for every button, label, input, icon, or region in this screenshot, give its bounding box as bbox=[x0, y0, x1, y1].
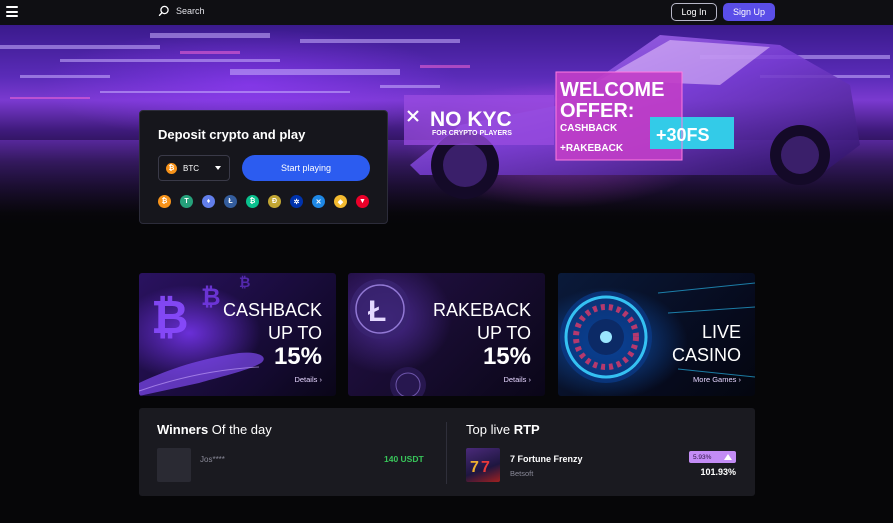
no-kyc-text: NO KYC bbox=[430, 108, 512, 131]
live-casino-promo-tile[interactable]: LIVE CASINO More Games › bbox=[558, 273, 755, 396]
coin-list: ₿ T ♦ Ł ₿ Ð ✲ ✕ ◆ ▼ bbox=[158, 195, 369, 208]
chevron-right-icon: › bbox=[738, 375, 742, 384]
coin-select[interactable]: ₿ BTC bbox=[158, 155, 230, 181]
svg-text:Ł: Ł bbox=[368, 295, 386, 328]
more-games-label: More Games bbox=[693, 375, 737, 384]
rakeback-percent: 15% bbox=[482, 343, 531, 370]
hamburger-menu-icon[interactable] bbox=[6, 6, 18, 17]
bnb-icon[interactable]: ◆ bbox=[334, 195, 347, 208]
cashback-promo-tile[interactable]: ₿ ₿ ₿ CASHBACK UP TO 15% Details › bbox=[139, 273, 336, 396]
winners-title-bold: Winners bbox=[157, 422, 209, 437]
cashback-details-label: Details bbox=[294, 375, 318, 384]
start-playing-button[interactable]: Start playing bbox=[242, 155, 370, 181]
chevron-right-icon: › bbox=[528, 375, 532, 384]
top-bar: Search Log In Sign Up bbox=[0, 0, 893, 25]
litecoin-icon[interactable]: Ł bbox=[224, 195, 237, 208]
rakeback-title: RAKEBACK bbox=[432, 300, 531, 320]
rakeback-upto: UP TO bbox=[476, 323, 531, 343]
free-spins-text: +30FS bbox=[656, 125, 710, 145]
rakeback-promo-tile[interactable]: Ł RAKEBACK UP TO 15% Details › bbox=[348, 273, 545, 396]
svg-text:₿: ₿ bbox=[201, 284, 221, 311]
rakeback-details-link[interactable]: Details › bbox=[503, 375, 531, 384]
welcome-line2: OFFER: bbox=[560, 100, 634, 122]
bitcoin-cash-icon[interactable]: ₿ bbox=[246, 195, 259, 208]
rtp-change-value: 5.93% bbox=[693, 453, 712, 461]
signup-button[interactable]: Sign Up bbox=[723, 3, 775, 21]
winner-name: Jos**** bbox=[200, 455, 225, 464]
cashback-upto: UP TO bbox=[267, 323, 322, 343]
stats-panel: Winners Of the day Jos**** 140 USDT Top … bbox=[139, 408, 755, 496]
ethereum-icon[interactable]: ♦ bbox=[202, 195, 215, 208]
ripple-icon[interactable]: ✕ bbox=[312, 195, 325, 208]
tether-icon[interactable]: T bbox=[180, 195, 193, 208]
welcome-cashback: CASHBACK bbox=[560, 123, 618, 134]
more-games-link[interactable]: More Games › bbox=[693, 375, 741, 384]
cashback-title: CASHBACK bbox=[222, 300, 322, 320]
search-button[interactable]: Search bbox=[158, 5, 205, 17]
deposit-card: Deposit crypto and play ₿ BTC Start play… bbox=[139, 110, 388, 224]
welcome-line1: WELCOME bbox=[560, 79, 664, 101]
rtp-title-prefix: Top live bbox=[466, 422, 514, 437]
bitcoin-icon[interactable]: ₿ bbox=[158, 195, 171, 208]
game-thumbnail[interactable]: 7 7 bbox=[466, 448, 500, 482]
dogecoin-icon[interactable]: Ð bbox=[268, 195, 281, 208]
chevron-right-icon: › bbox=[319, 375, 323, 384]
winner-amount: 140 USDT bbox=[384, 454, 424, 464]
winners-title: Winners Of the day bbox=[157, 422, 272, 437]
svg-text:7: 7 bbox=[470, 459, 479, 476]
bitcoin-icon: ₿ bbox=[166, 162, 177, 174]
cardano-icon[interactable]: ✲ bbox=[290, 195, 303, 208]
welcome-rakeback: +RAKEBACK bbox=[560, 143, 624, 154]
game-provider: Betsoft bbox=[510, 469, 534, 478]
rakeback-details-label: Details bbox=[503, 375, 527, 384]
tron-icon[interactable]: ▼ bbox=[356, 195, 369, 208]
rtp-change-badge: 5.93% bbox=[689, 451, 736, 463]
cashback-percent: 15% bbox=[273, 343, 322, 370]
deposit-title: Deposit crypto and play bbox=[158, 127, 306, 142]
search-label: Search bbox=[176, 6, 205, 16]
login-button[interactable]: Log In bbox=[671, 3, 717, 21]
winners-title-rest: Of the day bbox=[208, 422, 272, 437]
fortune-frenzy-artwork: 7 7 bbox=[470, 459, 490, 476]
svg-text:₿: ₿ bbox=[151, 291, 189, 343]
page: Search Log In Sign Up NO KYC FOR CRYPTO … bbox=[0, 0, 893, 523]
search-icon bbox=[158, 5, 169, 17]
arrow-up-icon bbox=[724, 454, 732, 460]
live-title: LIVE bbox=[701, 322, 741, 342]
rtp-title: Top live RTP bbox=[466, 422, 540, 437]
hero-artwork: NO KYC FOR CRYPTO PLAYERS WELCOME OFFER:… bbox=[0, 33, 893, 230]
game-name: 7 Fortune Frenzy bbox=[510, 454, 583, 464]
winner-game-thumbnail[interactable] bbox=[157, 448, 191, 482]
no-kyc-subtext: FOR CRYPTO PLAYERS bbox=[432, 130, 512, 137]
svg-text:₿: ₿ bbox=[239, 274, 250, 290]
rtp-value: 101.93% bbox=[700, 467, 736, 477]
rtp-title-bold: RTP bbox=[513, 422, 540, 437]
svg-text:7: 7 bbox=[481, 459, 490, 476]
panel-divider bbox=[446, 422, 447, 484]
selected-coin: BTC bbox=[183, 163, 199, 173]
cashback-details-link[interactable]: Details › bbox=[294, 375, 322, 384]
hero-banner: NO KYC FOR CRYPTO PLAYERS WELCOME OFFER:… bbox=[0, 25, 893, 260]
chevron-down-icon bbox=[215, 166, 221, 170]
casino-title: CASINO bbox=[671, 345, 741, 365]
